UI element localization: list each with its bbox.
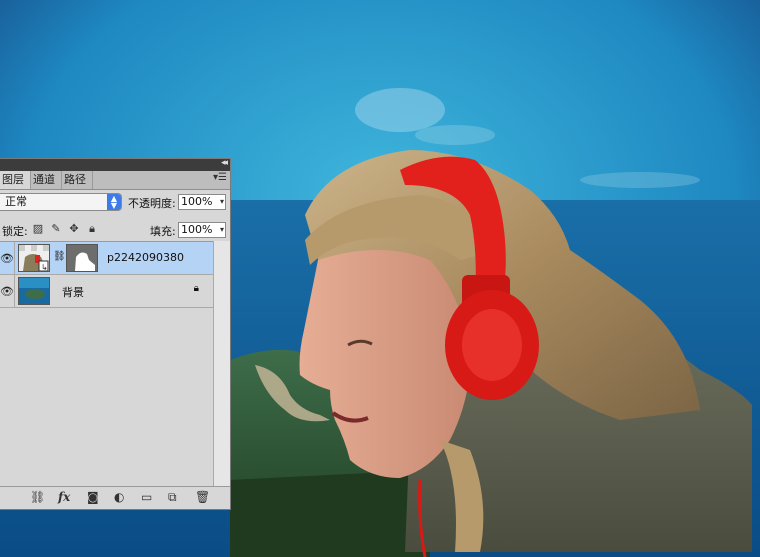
layer-row[interactable]: 👁︎ ↳ ⛓ p2242090380 bbox=[0, 242, 213, 275]
layer-thumbnail[interactable]: ↳ bbox=[18, 244, 50, 272]
svg-text:↳: ↳ bbox=[41, 263, 48, 271]
collapse-panel-icon[interactable]: ◂◂ bbox=[221, 158, 228, 168]
select-arrows-icon: ▲ ▼ bbox=[107, 194, 121, 210]
lock-fill-row: 锁定: ▨ ✎ ✥ 🔒︎ 填充: 100% ▾ bbox=[0, 219, 230, 239]
layer-thumbnail-image bbox=[19, 278, 49, 304]
dropdown-arrow-icon[interactable]: ▾ bbox=[220, 223, 224, 237]
fill-value: 100% bbox=[181, 223, 213, 236]
tab-paths[interactable]: 路径 bbox=[62, 171, 93, 189]
dropdown-arrow-icon[interactable]: ▾ bbox=[220, 195, 224, 209]
layer-name: 背景 bbox=[62, 286, 84, 299]
lock-transparent-pixels-icon[interactable]: ▨ bbox=[32, 223, 44, 235]
new-layer-icon[interactable]: ⧉ bbox=[168, 490, 177, 504]
layer-thumbnail-image: ↳ bbox=[19, 245, 49, 271]
lock-position-icon[interactable]: ✥ bbox=[68, 223, 80, 235]
opacity-value: 100% bbox=[181, 195, 213, 208]
eye-icon[interactable]: 👁︎ bbox=[0, 285, 14, 298]
adjustment-layer-icon[interactable]: ◐ bbox=[114, 490, 124, 504]
layers-list: 👁︎ ↳ ⛓ p2242090380 👁︎ 背景 🔒︎ bbox=[0, 241, 213, 488]
panel-title-bar[interactable]: ◂◂ bbox=[0, 158, 230, 171]
lock-icon: 🔒︎ bbox=[193, 283, 199, 294]
tab-channels[interactable]: 通道 bbox=[31, 171, 62, 189]
fx-icon[interactable]: fx bbox=[58, 490, 70, 504]
panel-footer: ⛓ fx ◙ ◐ ▭ ⧉ 🗑︎ bbox=[0, 486, 230, 509]
panel-tabs: 图层 通道 路径 ▾☰ bbox=[0, 171, 230, 190]
mask-link-icon[interactable]: ⛓ bbox=[53, 251, 66, 262]
layers-panel: ◂◂ 图层 通道 路径 ▾☰ 正常 ▲ ▼ 不透明度: 100% ▾ 锁定: ▨ … bbox=[0, 158, 231, 510]
panel-menu-icon[interactable]: ▾☰ bbox=[213, 172, 227, 183]
lock-image-pixels-icon[interactable]: ✎ bbox=[50, 223, 62, 235]
layer-mask-thumbnail[interactable] bbox=[66, 244, 98, 272]
trash-icon[interactable]: 🗑︎ bbox=[195, 490, 210, 504]
layer-row[interactable]: 👁︎ 背景 🔒︎ bbox=[0, 275, 213, 308]
opacity-field[interactable]: 100% ▾ bbox=[178, 194, 226, 210]
layer-name: p2242090380 bbox=[107, 251, 184, 264]
tab-layers[interactable]: 图层 bbox=[0, 171, 31, 189]
divider bbox=[14, 275, 15, 307]
lock-all-icon[interactable]: 🔒︎ bbox=[86, 223, 98, 235]
fill-field[interactable]: 100% ▾ bbox=[178, 222, 226, 238]
divider bbox=[14, 242, 15, 274]
add-mask-icon[interactable]: ◙ bbox=[87, 490, 99, 504]
blend-mode-select[interactable]: 正常 ▲ ▼ bbox=[0, 193, 122, 211]
fill-label: 填充: bbox=[150, 225, 176, 238]
link-layers-icon[interactable]: ⛓ bbox=[30, 490, 45, 504]
blend-mode-value: 正常 bbox=[5, 195, 27, 208]
eye-icon[interactable]: 👁︎ bbox=[0, 252, 14, 265]
layers-scrollbar[interactable] bbox=[213, 241, 230, 487]
layer-thumbnail[interactable] bbox=[18, 277, 50, 305]
blend-opacity-row: 正常 ▲ ▼ 不透明度: 100% ▾ bbox=[0, 191, 230, 213]
opacity-label: 不透明度: bbox=[128, 197, 176, 210]
mask-shape bbox=[75, 252, 95, 271]
new-group-icon[interactable]: ▭ bbox=[141, 490, 152, 504]
lock-label: 锁定: bbox=[2, 225, 28, 238]
